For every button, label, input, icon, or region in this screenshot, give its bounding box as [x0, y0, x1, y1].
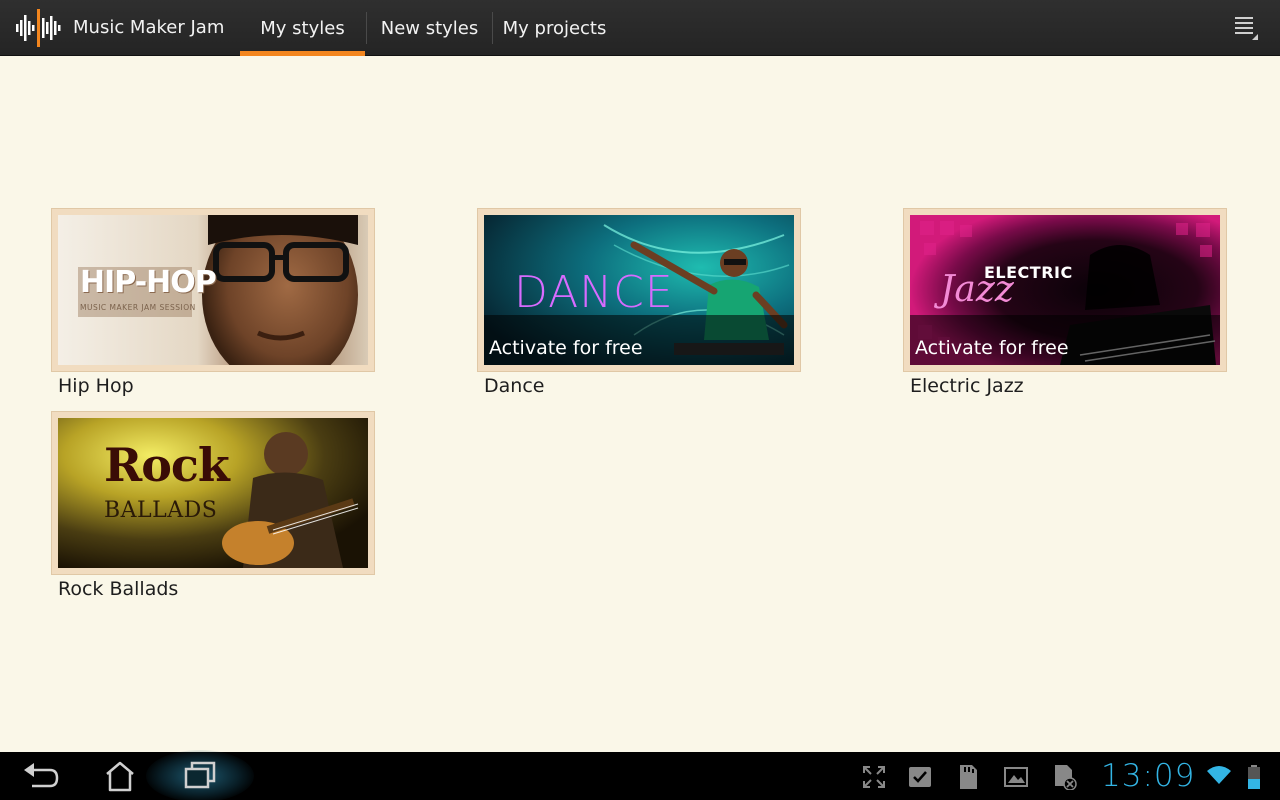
tab-my-styles[interactable]: My styles — [240, 0, 365, 56]
style-thumbnail: ELECTRIC Jazz Activate for free — [910, 215, 1220, 365]
thumb-subtitle: BALLADS — [104, 498, 218, 523]
thumb-title: DANCE — [514, 267, 674, 318]
clock: 13:09 — [1101, 758, 1196, 794]
style-thumbnail: DANCE Activate for free — [484, 215, 794, 365]
system-navigation-bar: 13:09 — [0, 750, 1280, 800]
styles-grid: HIP-HOP MUSIC MAKER JAM SESSION Hip Hop — [0, 56, 1280, 752]
style-card-electric-jazz[interactable]: ELECTRIC Jazz Activate for free — [903, 208, 1227, 372]
style-card-hip-hop[interactable]: HIP-HOP MUSIC MAKER JAM SESSION — [51, 208, 375, 372]
style-name-rock-ballads: Rock Ballads — [58, 578, 179, 600]
style-name-electric-jazz: Electric Jazz — [910, 375, 1024, 397]
home-icon[interactable] — [90, 756, 150, 796]
activate-strip: Activate for free — [910, 315, 1220, 365]
style-card-rock-ballads[interactable]: Rock BALLADS — [51, 411, 375, 575]
screen-expand-icon[interactable] — [861, 764, 887, 790]
sd-card-removed-icon[interactable] — [1051, 764, 1077, 790]
thumb-title: HIP-HOP — [80, 265, 217, 300]
tab-label: My projects — [502, 17, 607, 39]
style-name-dance: Dance — [484, 375, 545, 397]
sd-card-icon[interactable] — [955, 764, 981, 790]
tab-my-projects[interactable]: My projects — [493, 0, 616, 56]
activate-strip: Activate for free — [484, 315, 794, 365]
waveform-icon[interactable] — [14, 9, 62, 47]
tab-new-styles[interactable]: New styles — [367, 0, 492, 56]
wifi-icon[interactable] — [1206, 762, 1232, 788]
tab-label: My styles — [260, 17, 345, 39]
style-card-dance[interactable]: DANCE Activate for free — [477, 208, 801, 372]
style-thumbnail: HIP-HOP MUSIC MAKER JAM SESSION — [58, 215, 368, 365]
recent-apps-icon[interactable] — [170, 756, 230, 796]
tab-label: New styles — [380, 17, 479, 39]
checkbox-icon[interactable] — [907, 764, 933, 790]
action-bar: Music Maker Jam My styles New styles My … — [0, 0, 1280, 56]
gallery-icon[interactable] — [1003, 764, 1029, 790]
style-thumbnail: Rock BALLADS — [58, 418, 368, 568]
thumb-title: Rock — [104, 438, 230, 492]
back-icon[interactable] — [10, 756, 70, 796]
activate-for-free-label[interactable]: Activate for free — [915, 337, 1069, 359]
thumb-subtitle: MUSIC MAKER JAM SESSION — [80, 303, 196, 312]
style-name-hip-hop: Hip Hop — [58, 375, 134, 397]
thumb-subtitle: Jazz — [940, 269, 1014, 310]
app-title: Music Maker Jam — [73, 17, 225, 38]
overflow-menu-icon[interactable] — [1228, 10, 1264, 46]
battery-icon[interactable] — [1243, 764, 1269, 790]
activate-for-free-label[interactable]: Activate for free — [489, 337, 643, 359]
